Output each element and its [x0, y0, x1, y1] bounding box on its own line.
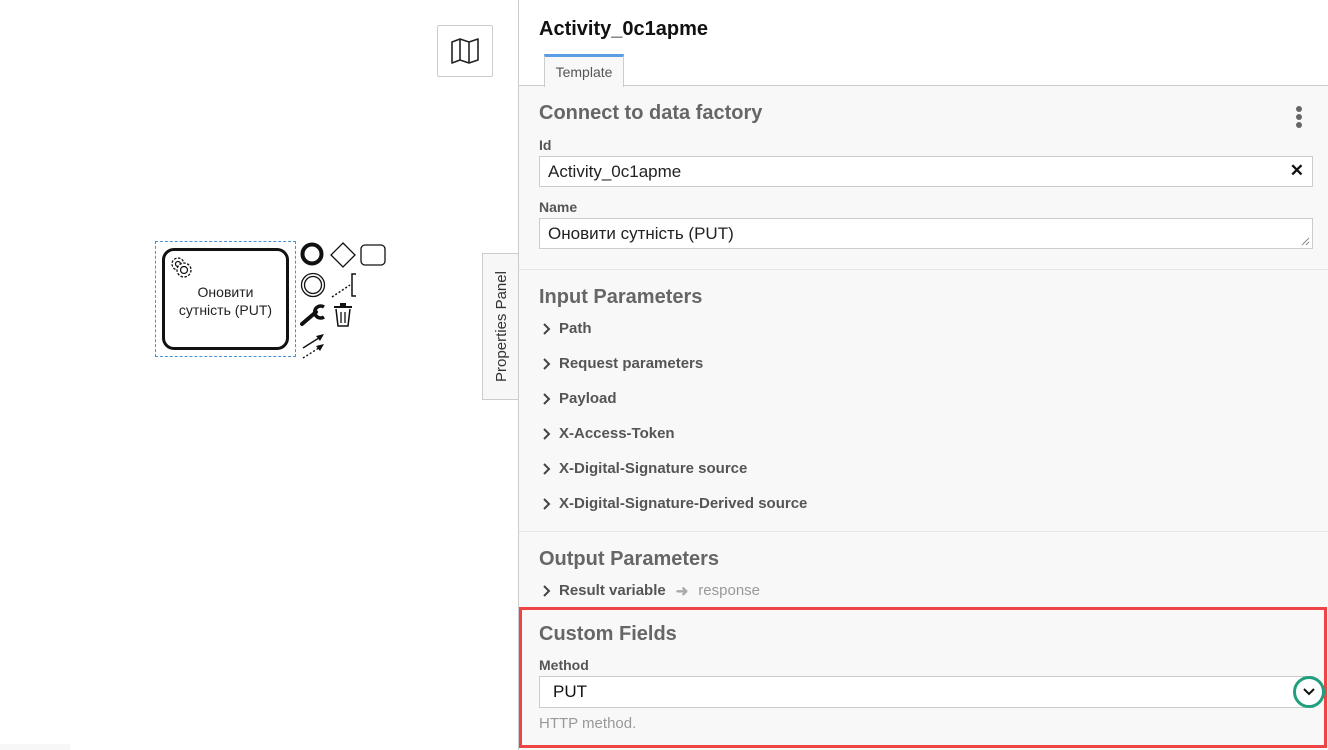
- input-param-x-digital-signature-source[interactable]: X-Digital-Signature source: [539, 451, 1308, 486]
- name-label: Name: [539, 199, 578, 215]
- entry-label: X-Access-Token: [559, 425, 675, 442]
- input-param-payload[interactable]: Payload: [539, 381, 1308, 416]
- more-options-icon[interactable]: [1296, 106, 1302, 128]
- properties-panel-toggle[interactable]: Properties Panel: [482, 253, 519, 400]
- service-task[interactable]: Оновити сутність (PUT): [162, 248, 289, 350]
- delete-icon[interactable]: [332, 302, 354, 328]
- input-param-request-parameters[interactable]: Request parameters: [539, 346, 1308, 381]
- entry-label: Result variable: [559, 582, 666, 599]
- text-annotation-icon[interactable]: [330, 272, 358, 300]
- connect-icon[interactable]: [300, 332, 328, 360]
- method-select[interactable]: PUT: [539, 676, 1325, 708]
- properties-panel-toggle-label: Properties Panel: [492, 271, 510, 382]
- map-icon: [451, 38, 479, 64]
- minimap-toggle-button[interactable]: [437, 25, 493, 77]
- input-parameters-group: Input Parameters Path Request parameters…: [519, 270, 1328, 532]
- gateway-icon[interactable]: [330, 242, 356, 268]
- entry-value: response: [698, 582, 761, 599]
- chevron-down-icon: [1303, 688, 1315, 696]
- task-label-line: Оновити: [197, 284, 254, 300]
- group-title: Input Parameters: [539, 286, 703, 308]
- method-hint: HTTP method.: [539, 715, 637, 732]
- input-param-x-access-token[interactable]: X-Access-Token: [539, 416, 1308, 451]
- arrow-right-icon: ➜: [675, 582, 689, 600]
- group-title: Connect to data factory: [539, 102, 763, 124]
- custom-fields-group: Custom Fields Method PUT HTTP method.: [519, 607, 1327, 748]
- task-icon[interactable]: [360, 244, 387, 266]
- entry-label: Payload: [559, 390, 617, 407]
- end-event-icon[interactable]: [300, 242, 324, 266]
- id-value: Activity_0c1apme: [548, 162, 682, 181]
- name-textarea[interactable]: Оновити сутність (PUT): [539, 218, 1313, 249]
- bpmn-canvas[interactable]: Оновити сутність (PUT): [0, 0, 518, 750]
- resize-handle-icon[interactable]: [1300, 236, 1310, 246]
- chevron-right-icon: [543, 462, 551, 475]
- group-title: Output Parameters: [539, 548, 720, 570]
- entry-label: X-Digital-Signature-Derived source: [559, 495, 808, 512]
- name-value: Оновити сутність (PUT): [548, 224, 734, 243]
- dropdown-toggle[interactable]: [1293, 676, 1325, 708]
- task-label: Оновити сутність (PUT): [165, 283, 286, 319]
- output-parameters-group: Output Parameters Result variable ➜ resp…: [519, 532, 1328, 616]
- chevron-right-icon: [543, 357, 551, 370]
- entry-label: X-Digital-Signature source: [559, 460, 748, 477]
- id-input[interactable]: Activity_0c1apme ✕: [539, 156, 1313, 187]
- tab-template[interactable]: Template: [544, 54, 624, 87]
- entry-label: Path: [559, 320, 592, 337]
- input-param-x-digital-signature-derived-source[interactable]: X-Digital-Signature-Derived source: [539, 486, 1308, 521]
- clear-icon[interactable]: ✕: [1290, 161, 1304, 181]
- chevron-right-icon: [543, 322, 551, 335]
- task-label-line: сутність (PUT): [178, 302, 273, 318]
- general-group: Connect to data factory Id Activity_0c1a…: [519, 86, 1328, 270]
- canvas-footer: [0, 744, 70, 750]
- entry-label: Request parameters: [559, 355, 704, 372]
- chevron-right-icon: [543, 584, 551, 597]
- chevron-right-icon: [543, 427, 551, 440]
- input-param-path[interactable]: Path: [539, 311, 1308, 346]
- panel-title: Activity_0c1apme: [539, 18, 708, 40]
- chevron-right-icon: [543, 392, 551, 405]
- gear-icon: [171, 257, 192, 278]
- output-param-result-variable[interactable]: Result variable ➜ response: [539, 573, 1308, 608]
- id-label: Id: [539, 137, 552, 153]
- wrench-icon[interactable]: [300, 302, 328, 326]
- group-title: Custom Fields: [539, 623, 677, 645]
- method-label: Method: [539, 657, 589, 673]
- intermediate-event-icon[interactable]: [300, 272, 326, 298]
- method-value: PUT: [553, 682, 587, 701]
- chevron-right-icon: [543, 497, 551, 510]
- panel-header: Activity_0c1apme Template: [519, 0, 1328, 87]
